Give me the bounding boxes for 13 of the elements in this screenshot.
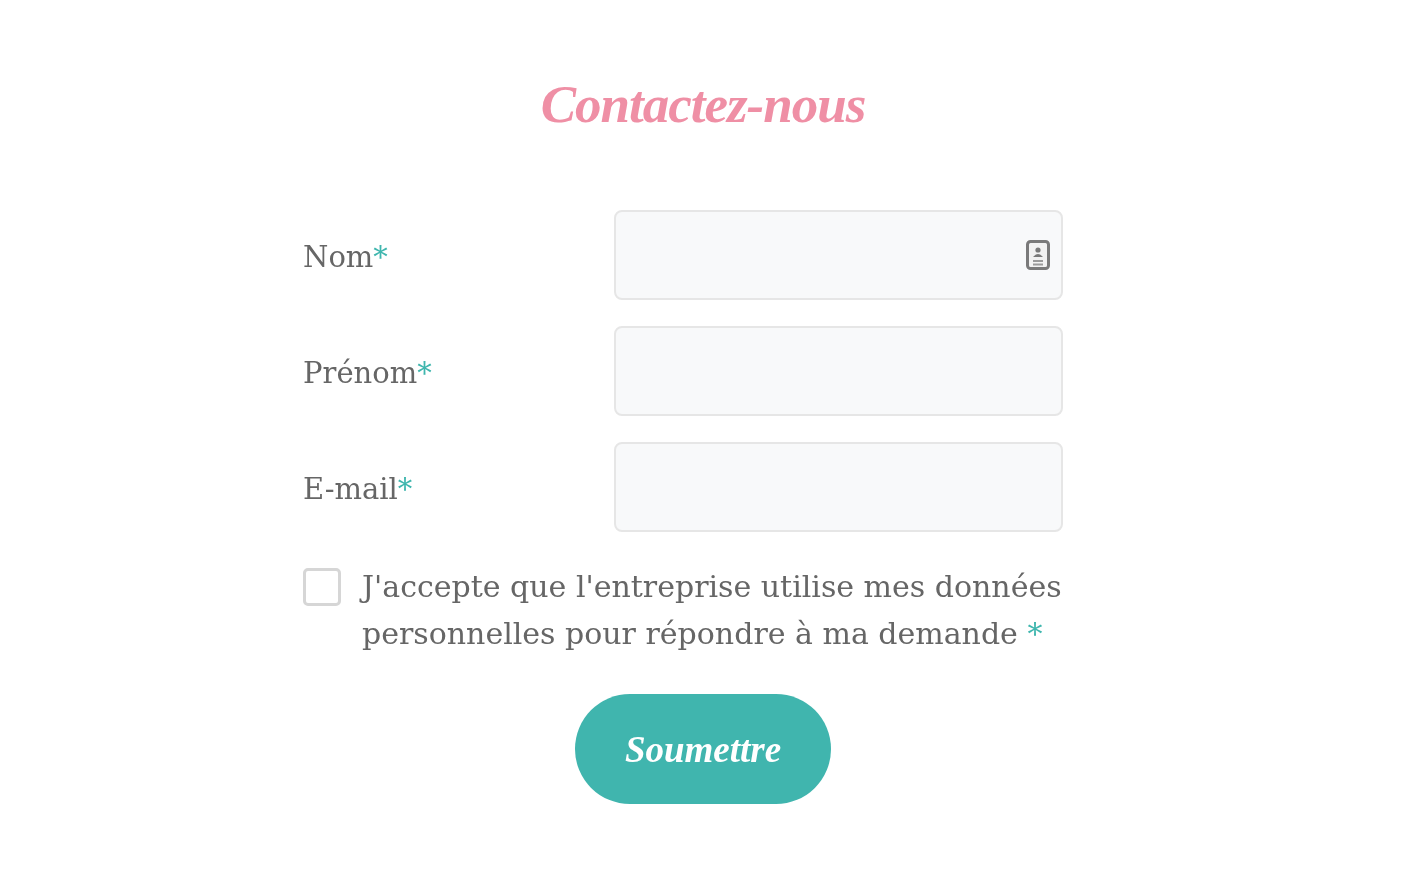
contact-card-icon[interactable] bbox=[1026, 240, 1050, 270]
input-field[interactable] bbox=[614, 326, 1063, 416]
required-mark: * bbox=[373, 240, 388, 274]
consent-checkbox[interactable] bbox=[303, 568, 341, 606]
required-mark: * bbox=[397, 472, 413, 506]
required-mark: * bbox=[417, 356, 432, 390]
page-title: Contactez-nous bbox=[540, 74, 866, 135]
submit-button[interactable]: Soumettre bbox=[575, 694, 831, 804]
field-label: Prénom bbox=[303, 356, 418, 390]
field-label: Nom bbox=[303, 240, 374, 274]
input-field[interactable] bbox=[614, 442, 1063, 532]
field-label: E-mail bbox=[303, 472, 398, 506]
input-field[interactable] bbox=[614, 210, 1063, 300]
